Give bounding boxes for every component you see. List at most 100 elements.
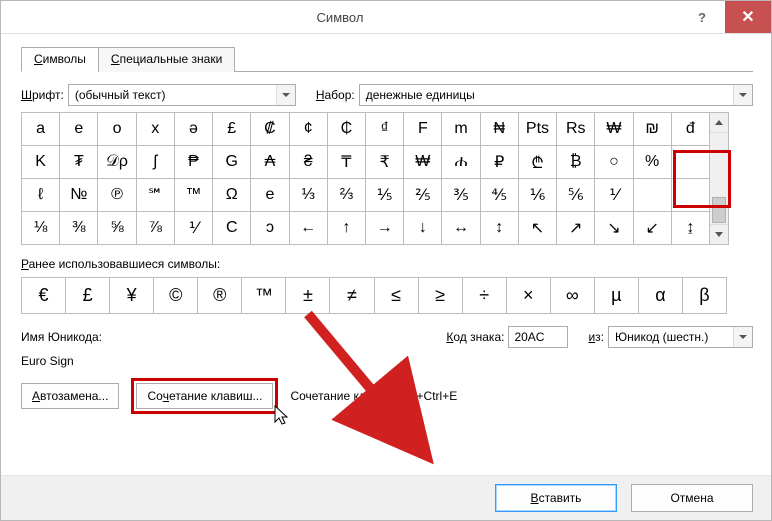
symbol-cell[interactable]: ₫ xyxy=(366,113,404,146)
recent-symbol-cell[interactable]: ≤ xyxy=(375,278,419,314)
chevron-down-icon[interactable] xyxy=(276,85,295,105)
recent-symbol-cell[interactable]: © xyxy=(154,278,198,314)
symbol-cell[interactable]: ₪ xyxy=(634,113,672,146)
symbol-cell[interactable]: ℓ xyxy=(22,179,60,212)
symbol-cell[interactable] xyxy=(672,146,710,179)
symbol-cell[interactable]: ⅔ xyxy=(328,179,366,212)
from-select[interactable]: Юникод (шестн.) xyxy=(608,326,753,348)
scroll-track[interactable] xyxy=(710,133,728,224)
symbol-cell[interactable]: Pts xyxy=(519,113,557,146)
symbol-cell[interactable]: ɔ xyxy=(251,212,289,245)
symbol-cell[interactable]: ⅚ xyxy=(557,179,595,212)
symbol-cell[interactable]: ⅕ xyxy=(366,179,404,212)
recent-symbol-cell[interactable]: ÷ xyxy=(463,278,507,314)
symbol-cell[interactable]: 𝒟ρ xyxy=(98,146,136,179)
subset-select[interactable]: денежные единицы xyxy=(359,84,753,106)
symbol-cell[interactable]: ¢ xyxy=(290,113,328,146)
scroll-down-button[interactable] xyxy=(710,224,728,244)
recent-symbol-cell[interactable]: µ xyxy=(595,278,639,314)
symbol-cell[interactable]: ₽ xyxy=(481,146,519,179)
symbol-cell[interactable]: ʃ xyxy=(137,146,175,179)
recent-symbol-cell[interactable]: ® xyxy=(198,278,242,314)
symbol-cell[interactable]: ↔ xyxy=(442,212,480,245)
symbol-cell[interactable]: → xyxy=(366,212,404,245)
cancel-button[interactable]: Отмена xyxy=(631,484,753,512)
recent-symbol-cell[interactable]: € xyxy=(22,278,66,314)
symbol-cell[interactable]: ₩ xyxy=(595,113,633,146)
symbol-cell[interactable]: m xyxy=(442,113,480,146)
symbol-cell[interactable]: ə xyxy=(175,113,213,146)
symbol-cell[interactable]: ₦ xyxy=(481,113,519,146)
symbol-cell[interactable]: ⅛ xyxy=(22,212,60,245)
symbol-cell[interactable]: ↑ xyxy=(328,212,366,245)
symbol-cell[interactable]: ℗ xyxy=(98,179,136,212)
recent-symbol-cell[interactable]: α xyxy=(639,278,683,314)
symbol-cell[interactable]: F xyxy=(404,113,442,146)
symbol-cell[interactable]: ↗ xyxy=(557,212,595,245)
symbol-cell[interactable]: Ω xyxy=(213,179,251,212)
symbol-cell[interactable]: e xyxy=(60,113,98,146)
symbol-cell[interactable]: x xyxy=(137,113,175,146)
symbol-cell[interactable]: № xyxy=(60,179,98,212)
symbol-cell[interactable]: £ xyxy=(213,113,251,146)
symbol-cell[interactable]: ₩ xyxy=(404,146,442,179)
recent-symbol-cell[interactable]: ≠ xyxy=(330,278,374,314)
symbol-cell[interactable]: K xyxy=(22,146,60,179)
symbol-cell[interactable]: G xyxy=(213,146,251,179)
symbol-cell[interactable]: ₳ xyxy=(251,146,289,179)
symbol-cell[interactable]: ↙ xyxy=(634,212,672,245)
symbol-cell[interactable]: ↓ xyxy=(404,212,442,245)
autocorrect-button[interactable]: Автозамена... xyxy=(21,383,119,409)
recent-symbol-cell[interactable]: ∞ xyxy=(551,278,595,314)
symbol-cell[interactable]: ₮ xyxy=(60,146,98,179)
symbol-cell[interactable]: ℠ xyxy=(137,179,175,212)
symbol-cell[interactable]: ↖ xyxy=(519,212,557,245)
symbol-cell[interactable]: ⅗ xyxy=(442,179,480,212)
symbol-cell[interactable]: ™ xyxy=(175,179,213,212)
symbol-cell[interactable]: ⅞ xyxy=(137,212,175,245)
symbol-cell[interactable]: ₸ xyxy=(328,146,366,179)
symbol-cell[interactable]: ₡ xyxy=(251,113,289,146)
symbol-cell[interactable]: ₴ xyxy=(290,146,328,179)
symbol-cell[interactable]: ⅟ xyxy=(595,179,633,212)
symbol-cell[interactable]: ሐ xyxy=(442,146,480,179)
symbol-cell[interactable]: Rs xyxy=(557,113,595,146)
recent-symbol-cell[interactable]: β xyxy=(683,278,727,314)
symbol-cell[interactable]: ↨ xyxy=(672,212,710,245)
symbol-cell[interactable]: ⅖ xyxy=(404,179,442,212)
symbol-cell[interactable]: % xyxy=(634,146,672,179)
chevron-down-icon[interactable] xyxy=(733,85,752,105)
shortcut-key-button[interactable]: Сочетание клавиш... xyxy=(136,383,273,409)
symbol-cell[interactable] xyxy=(634,179,672,212)
scroll-up-button[interactable] xyxy=(710,113,728,133)
recent-symbol-cell[interactable]: × xyxy=(507,278,551,314)
scroll-thumb[interactable] xyxy=(712,197,726,223)
recent-symbol-cell[interactable]: ± xyxy=(286,278,330,314)
recent-symbol-cell[interactable]: ™ xyxy=(242,278,286,314)
symbol-cell[interactable]: ← xyxy=(290,212,328,245)
symbol-cell[interactable]: ₵ xyxy=(328,113,366,146)
symbol-cell[interactable]: ⅜ xyxy=(60,212,98,245)
symbol-cell[interactable]: ⅙ xyxy=(519,179,557,212)
tab-special[interactable]: Специальные знаки xyxy=(98,47,235,72)
recent-symbol-cell[interactable]: ¥ xyxy=(110,278,154,314)
chevron-down-icon[interactable] xyxy=(733,327,752,347)
symbol-cell[interactable]: ⅝ xyxy=(98,212,136,245)
scrollbar[interactable] xyxy=(710,112,729,245)
symbol-cell[interactable]: ₹ xyxy=(366,146,404,179)
symbol-cell[interactable]: e xyxy=(251,179,289,212)
symbol-cell[interactable]: C xyxy=(213,212,251,245)
help-button[interactable]: ? xyxy=(679,1,725,33)
recent-symbol-cell[interactable]: £ xyxy=(66,278,110,314)
font-select[interactable]: (обычный текст) xyxy=(68,84,296,106)
symbol-cell[interactable]: ↕ xyxy=(481,212,519,245)
insert-button[interactable]: Вставить xyxy=(495,484,617,512)
symbol-cell[interactable]: ⅘ xyxy=(481,179,519,212)
symbol-cell[interactable]: ₱ xyxy=(175,146,213,179)
symbol-cell[interactable]: o xyxy=(98,113,136,146)
tab-symbols[interactable]: Символы xyxy=(21,47,99,72)
symbol-cell[interactable]: đ xyxy=(672,113,710,146)
symbol-cell[interactable]: ⅓ xyxy=(290,179,328,212)
symbol-cell[interactable]: a xyxy=(22,113,60,146)
symbol-cell[interactable]: ↘ xyxy=(595,212,633,245)
